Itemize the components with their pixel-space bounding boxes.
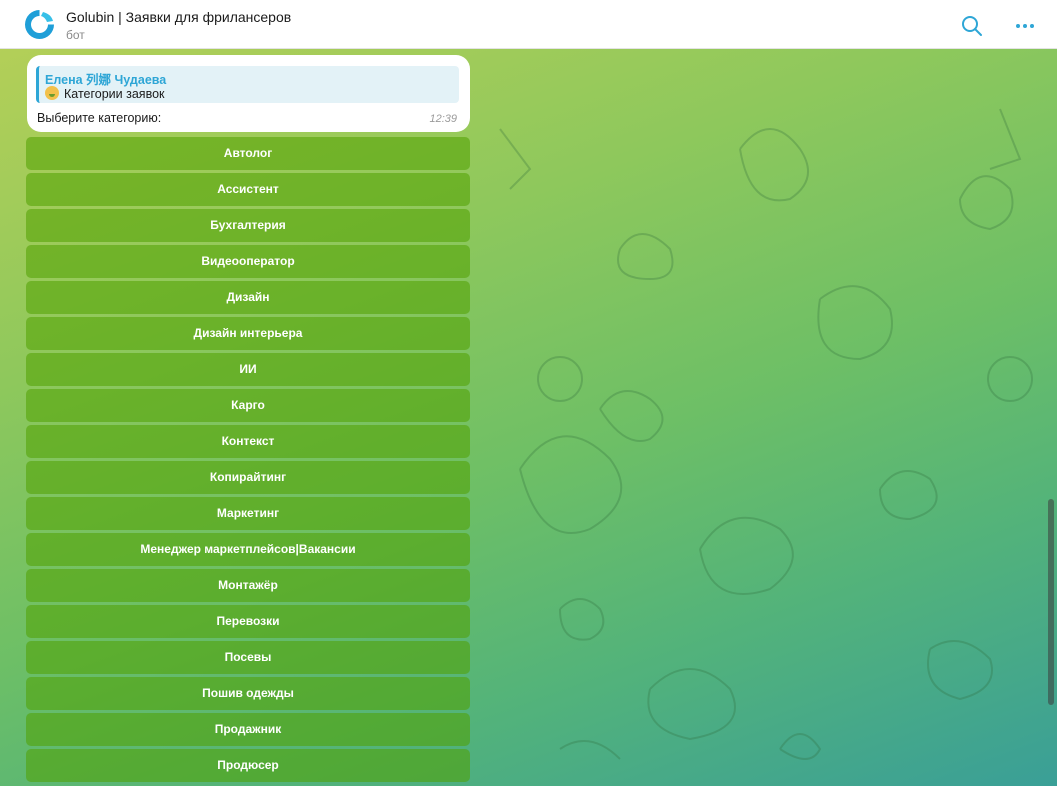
golubin-logo-icon[interactable] [23,8,56,41]
keyboard-button-tailoring[interactable]: Пошив одежды [26,677,470,710]
chat-header: Golubin | Заявки для фрилансеров бот [0,0,1057,49]
keyboard-button-design[interactable]: Дизайн [26,281,470,314]
keyboard-button-seeding[interactable]: Посевы [26,641,470,674]
face-emoji-icon [45,86,59,100]
keyboard-button-transport[interactable]: Перевозки [26,605,470,638]
message-bubble: Елена 列娜 Чудаева Категории заявок Выбери… [27,55,470,132]
keyboard-button-assistant[interactable]: Ассистент [26,173,470,206]
keyboard-button-copywriting[interactable]: Копирайтинг [26,461,470,494]
chat-area: Елена 列娜 Чудаева Категории заявок Выбери… [0,49,1057,786]
keyboard-button-avtolog[interactable]: Автолог [26,137,470,170]
search-icon[interactable] [960,14,984,38]
keyboard-button-interior-design[interactable]: Дизайн интерьера [26,317,470,350]
keyboard-button-context[interactable]: Контекст [26,425,470,458]
chat-title[interactable]: Golubin | Заявки для фрилансеров [66,9,291,25]
keyboard-button-cargo[interactable]: Карго [26,389,470,422]
message-text: Выберите категорию: [37,111,162,125]
keyboard-button-marketing[interactable]: Маркетинг [26,497,470,530]
keyboard-button-producer[interactable]: Продюсер [26,749,470,782]
inline-keyboard: Автолог Ассистент Бухгалтерия Видеоопера… [26,137,470,785]
message-time: 12:39 [429,113,457,125]
keyboard-button-ai[interactable]: ИИ [26,353,470,386]
keyboard-button-videographer[interactable]: Видеооператор [26,245,470,278]
chat-subtitle: бот [66,28,85,42]
scrollbar[interactable] [1048,499,1054,705]
keyboard-button-editor[interactable]: Монтажёр [26,569,470,602]
keyboard-button-accounting[interactable]: Бухгалтерия [26,209,470,242]
more-icon[interactable] [1013,14,1037,38]
keyboard-button-marketplace-manager[interactable]: Менеджер маркетплейсов|Вакансии [26,533,470,566]
reply-preview[interactable]: Елена 列娜 Чудаева Категории заявок [36,66,459,103]
reply-text: Категории заявок [64,87,165,101]
keyboard-button-sales[interactable]: Продажник [26,713,470,746]
reply-text-line: Категории заявок [45,86,165,101]
